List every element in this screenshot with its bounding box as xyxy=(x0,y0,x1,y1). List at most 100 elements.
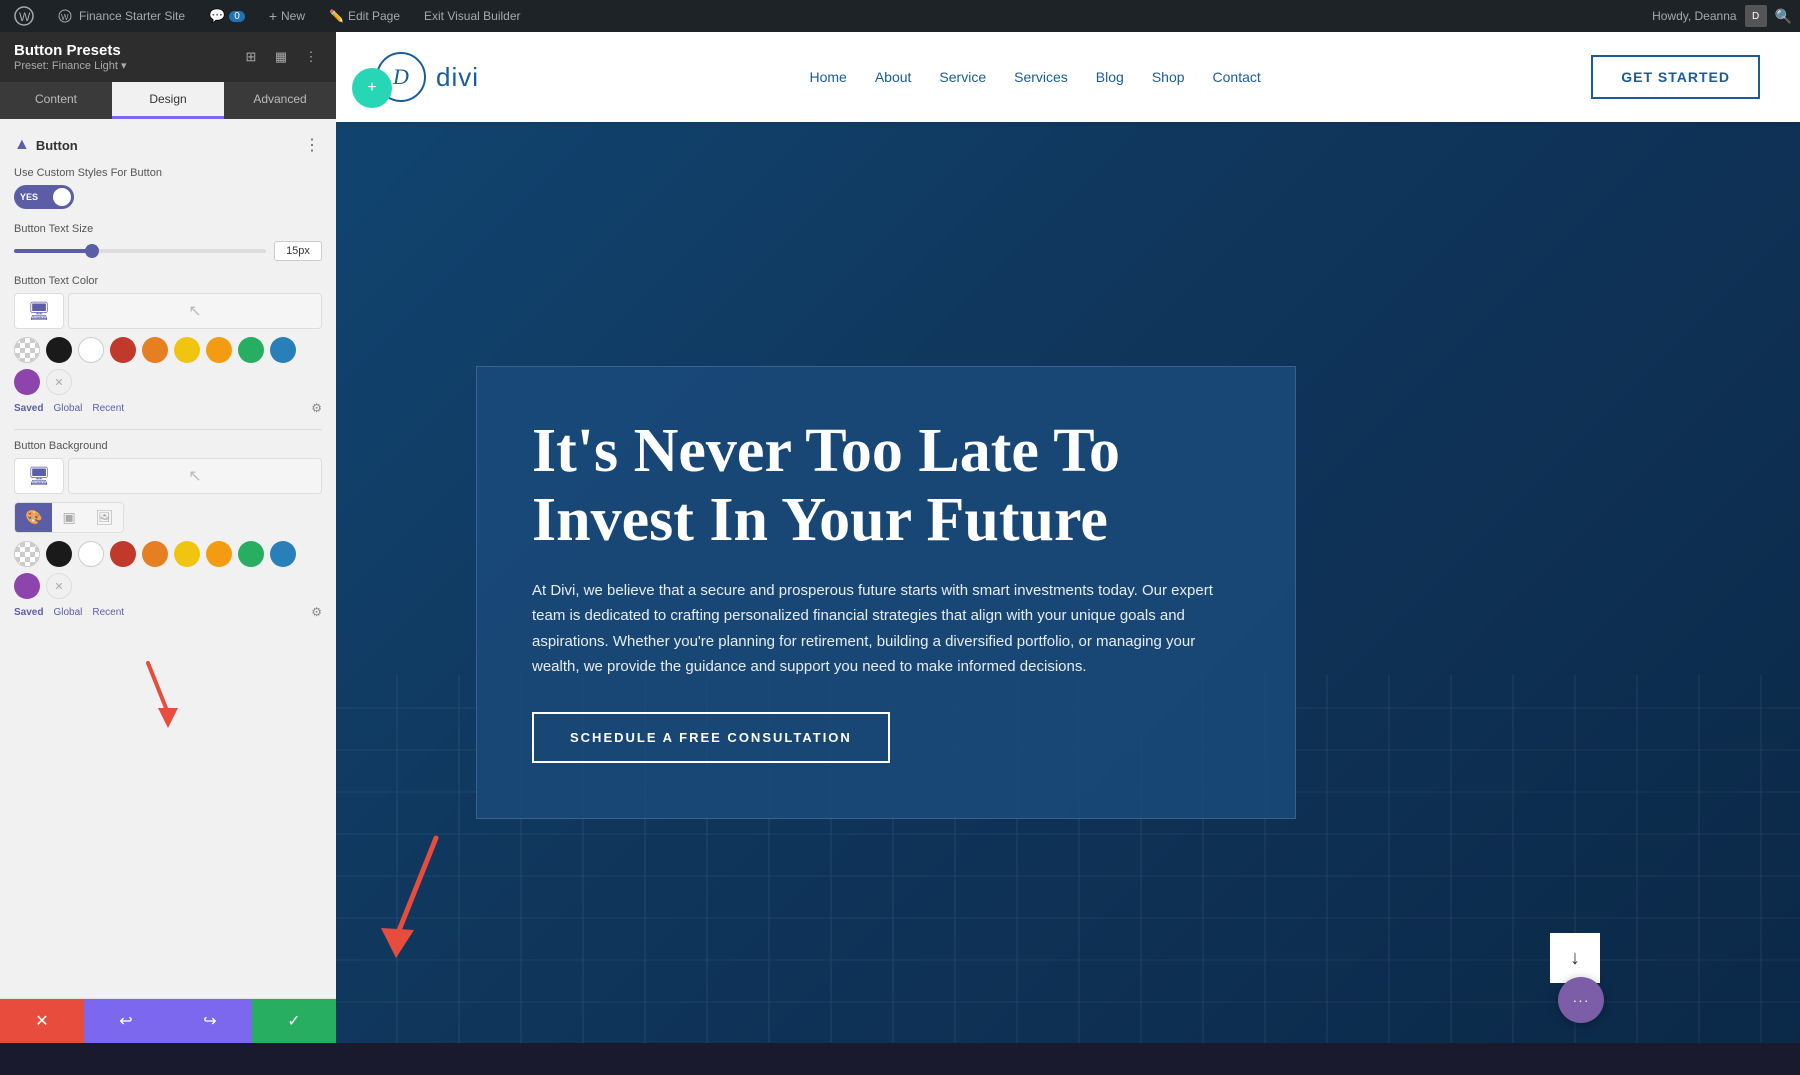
nav-shop[interactable]: Shop xyxy=(1152,69,1185,85)
saved-label[interactable]: Saved xyxy=(14,403,43,414)
nav-home[interactable]: Home xyxy=(809,69,846,85)
new-label: New xyxy=(281,9,305,23)
monitor-icon: 🖥 xyxy=(28,301,51,322)
admin-site-name[interactable]: W Finance Starter Site xyxy=(52,9,191,23)
hero-content: It's Never Too Late To Invest In Your Fu… xyxy=(476,366,1296,818)
panel-subtitle[interactable]: Preset: Finance Light ▾ xyxy=(14,59,127,72)
red-arrow-svg xyxy=(138,653,198,733)
swatch-orange[interactable] xyxy=(142,337,168,363)
cancel-icon: ✕ xyxy=(35,1011,48,1031)
tab-design[interactable]: Design xyxy=(112,82,224,119)
slider-thumb[interactable] xyxy=(85,244,99,258)
exit-builder-btn[interactable]: Exit Visual Builder xyxy=(418,9,527,23)
bg-gradient-tab[interactable]: ▣ xyxy=(52,503,85,532)
swatch-blue[interactable] xyxy=(270,337,296,363)
bg-swatch-black[interactable] xyxy=(46,541,72,567)
panel-expand-icon[interactable]: ⊞ xyxy=(240,46,262,68)
text-color-row: 🖥 ↖ xyxy=(14,293,322,329)
text-size-label: Button Text Size xyxy=(14,223,322,235)
swatch-checker[interactable] xyxy=(14,337,40,363)
bg-recent-label[interactable]: Recent xyxy=(92,607,124,618)
comments-link[interactable]: 💬 0 xyxy=(203,8,251,24)
edit-page-label: Edit Page xyxy=(348,9,400,23)
wp-admin-bar: W W Finance Starter Site 💬 0 + New ✏️ Ed… xyxy=(0,0,1800,32)
panel-bottom-toolbar: ✕ ↩ ↪ ✓ xyxy=(0,998,336,1043)
bg-swatch-checker[interactable] xyxy=(14,541,40,567)
cursor-icon: ↖ xyxy=(188,301,201,321)
nav-about[interactable]: About xyxy=(875,69,912,85)
text-color-field: Button Text Color 🖥 ↖ xyxy=(14,275,322,415)
search-icon[interactable]: 🔍 xyxy=(1775,8,1792,25)
website-preview: + D divi Home About Service Services Blo… xyxy=(336,32,1800,1043)
text-color-label: Button Text Color xyxy=(14,275,322,287)
slider-track[interactable] xyxy=(14,249,266,253)
swatch-light-orange[interactable] xyxy=(206,337,232,363)
swatch-yellow[interactable] xyxy=(174,337,200,363)
eraser-icon: ✕ xyxy=(54,376,63,389)
bg-swatch-blue[interactable] xyxy=(270,541,296,567)
bg-swatch-red[interactable] xyxy=(110,541,136,567)
swatch-black[interactable] xyxy=(46,337,72,363)
bg-image-tab[interactable]: 🖼 xyxy=(86,503,124,532)
cancel-button[interactable]: ✕ xyxy=(0,999,84,1043)
save-icon: ✓ xyxy=(287,1011,300,1031)
bg-swatch-eraser[interactable]: ✕ xyxy=(46,573,72,599)
bg-eraser-icon: ✕ xyxy=(54,580,63,593)
color-arrow-cursor[interactable]: ↖ xyxy=(68,293,322,329)
cta-label: SCHEDULE A FREE CONSULTATION xyxy=(570,730,852,745)
swatch-red[interactable] xyxy=(110,337,136,363)
recent-label[interactable]: Recent xyxy=(92,403,124,414)
bg-color-settings-icon[interactable]: ⚙ xyxy=(311,605,322,619)
bg-saved-label[interactable]: Saved xyxy=(14,607,43,618)
dots-icon: ··· xyxy=(1573,992,1590,1008)
slider-value[interactable]: 15px xyxy=(274,241,322,261)
bg-swatch-yellow[interactable] xyxy=(174,541,200,567)
swatch-green[interactable] xyxy=(238,337,264,363)
nav-services[interactable]: Services xyxy=(1014,69,1068,85)
nav-blog[interactable]: Blog xyxy=(1096,69,1124,85)
nav-service[interactable]: Service xyxy=(939,69,986,85)
bg-arrow-cursor[interactable]: ↖ xyxy=(68,458,322,494)
slider-fill xyxy=(14,249,90,253)
site-name-label: Finance Starter Site xyxy=(79,9,185,23)
swatch-eraser[interactable]: ✕ xyxy=(46,369,72,395)
user-avatar[interactable]: D xyxy=(1745,5,1767,27)
floating-add-btn[interactable]: + xyxy=(352,68,392,108)
tab-advanced[interactable]: Advanced xyxy=(224,82,336,119)
edit-page-link[interactable]: ✏️ Edit Page xyxy=(323,9,406,23)
bg-swatch-white[interactable] xyxy=(78,541,104,567)
bg-swatch-light-orange[interactable] xyxy=(206,541,232,567)
bg-field: Button Background 🖥 ↖ 🎨 ▣ xyxy=(14,440,322,619)
section-options-icon[interactable]: ⋮ xyxy=(304,135,322,155)
swatch-purple[interactable] xyxy=(14,369,40,395)
toggle-yes-label: YES xyxy=(20,192,38,202)
redo-button[interactable]: ↪ xyxy=(168,999,252,1043)
new-content-btn[interactable]: + New xyxy=(263,8,311,24)
color-settings-icon[interactable]: ⚙ xyxy=(311,401,322,415)
bg-solid-tab[interactable]: 🎨 xyxy=(15,503,52,532)
global-label[interactable]: Global xyxy=(53,403,82,414)
save-button[interactable]: ✓ xyxy=(252,999,336,1043)
scroll-down-button[interactable]: ↓ xyxy=(1550,933,1600,983)
schedule-consultation-button[interactable]: SCHEDULE A FREE CONSULTATION xyxy=(532,712,890,763)
use-custom-styles-toggle[interactable]: YES xyxy=(14,185,74,209)
panel-grid-icon[interactable]: ▦ xyxy=(270,46,292,68)
bg-color-swatches: ✕ xyxy=(14,541,322,599)
bg-global-label[interactable]: Global xyxy=(53,607,82,618)
swatch-white[interactable] xyxy=(78,337,104,363)
desktop-view-btn[interactable]: 🖥 xyxy=(14,293,64,329)
howdy-text: Howdy, Deanna xyxy=(1652,9,1737,23)
tab-content[interactable]: Content xyxy=(0,82,112,119)
bg-swatch-purple[interactable] xyxy=(14,573,40,599)
bg-desktop-view-btn[interactable]: 🖥 xyxy=(14,458,64,494)
panel-more-icon[interactable]: ⋮ xyxy=(300,46,322,68)
bg-swatch-green[interactable] xyxy=(238,541,264,567)
collapse-icon[interactable]: ▲ xyxy=(14,136,30,154)
panel-tabs: Content Design Advanced xyxy=(0,82,336,119)
get-started-button[interactable]: GET STARTED xyxy=(1591,55,1760,99)
floating-dots-menu[interactable]: ··· xyxy=(1558,977,1604,1023)
undo-button[interactable]: ↩ xyxy=(84,999,168,1043)
wp-logo[interactable]: W xyxy=(8,6,40,26)
nav-contact[interactable]: Contact xyxy=(1213,69,1261,85)
bg-swatch-orange[interactable] xyxy=(142,541,168,567)
